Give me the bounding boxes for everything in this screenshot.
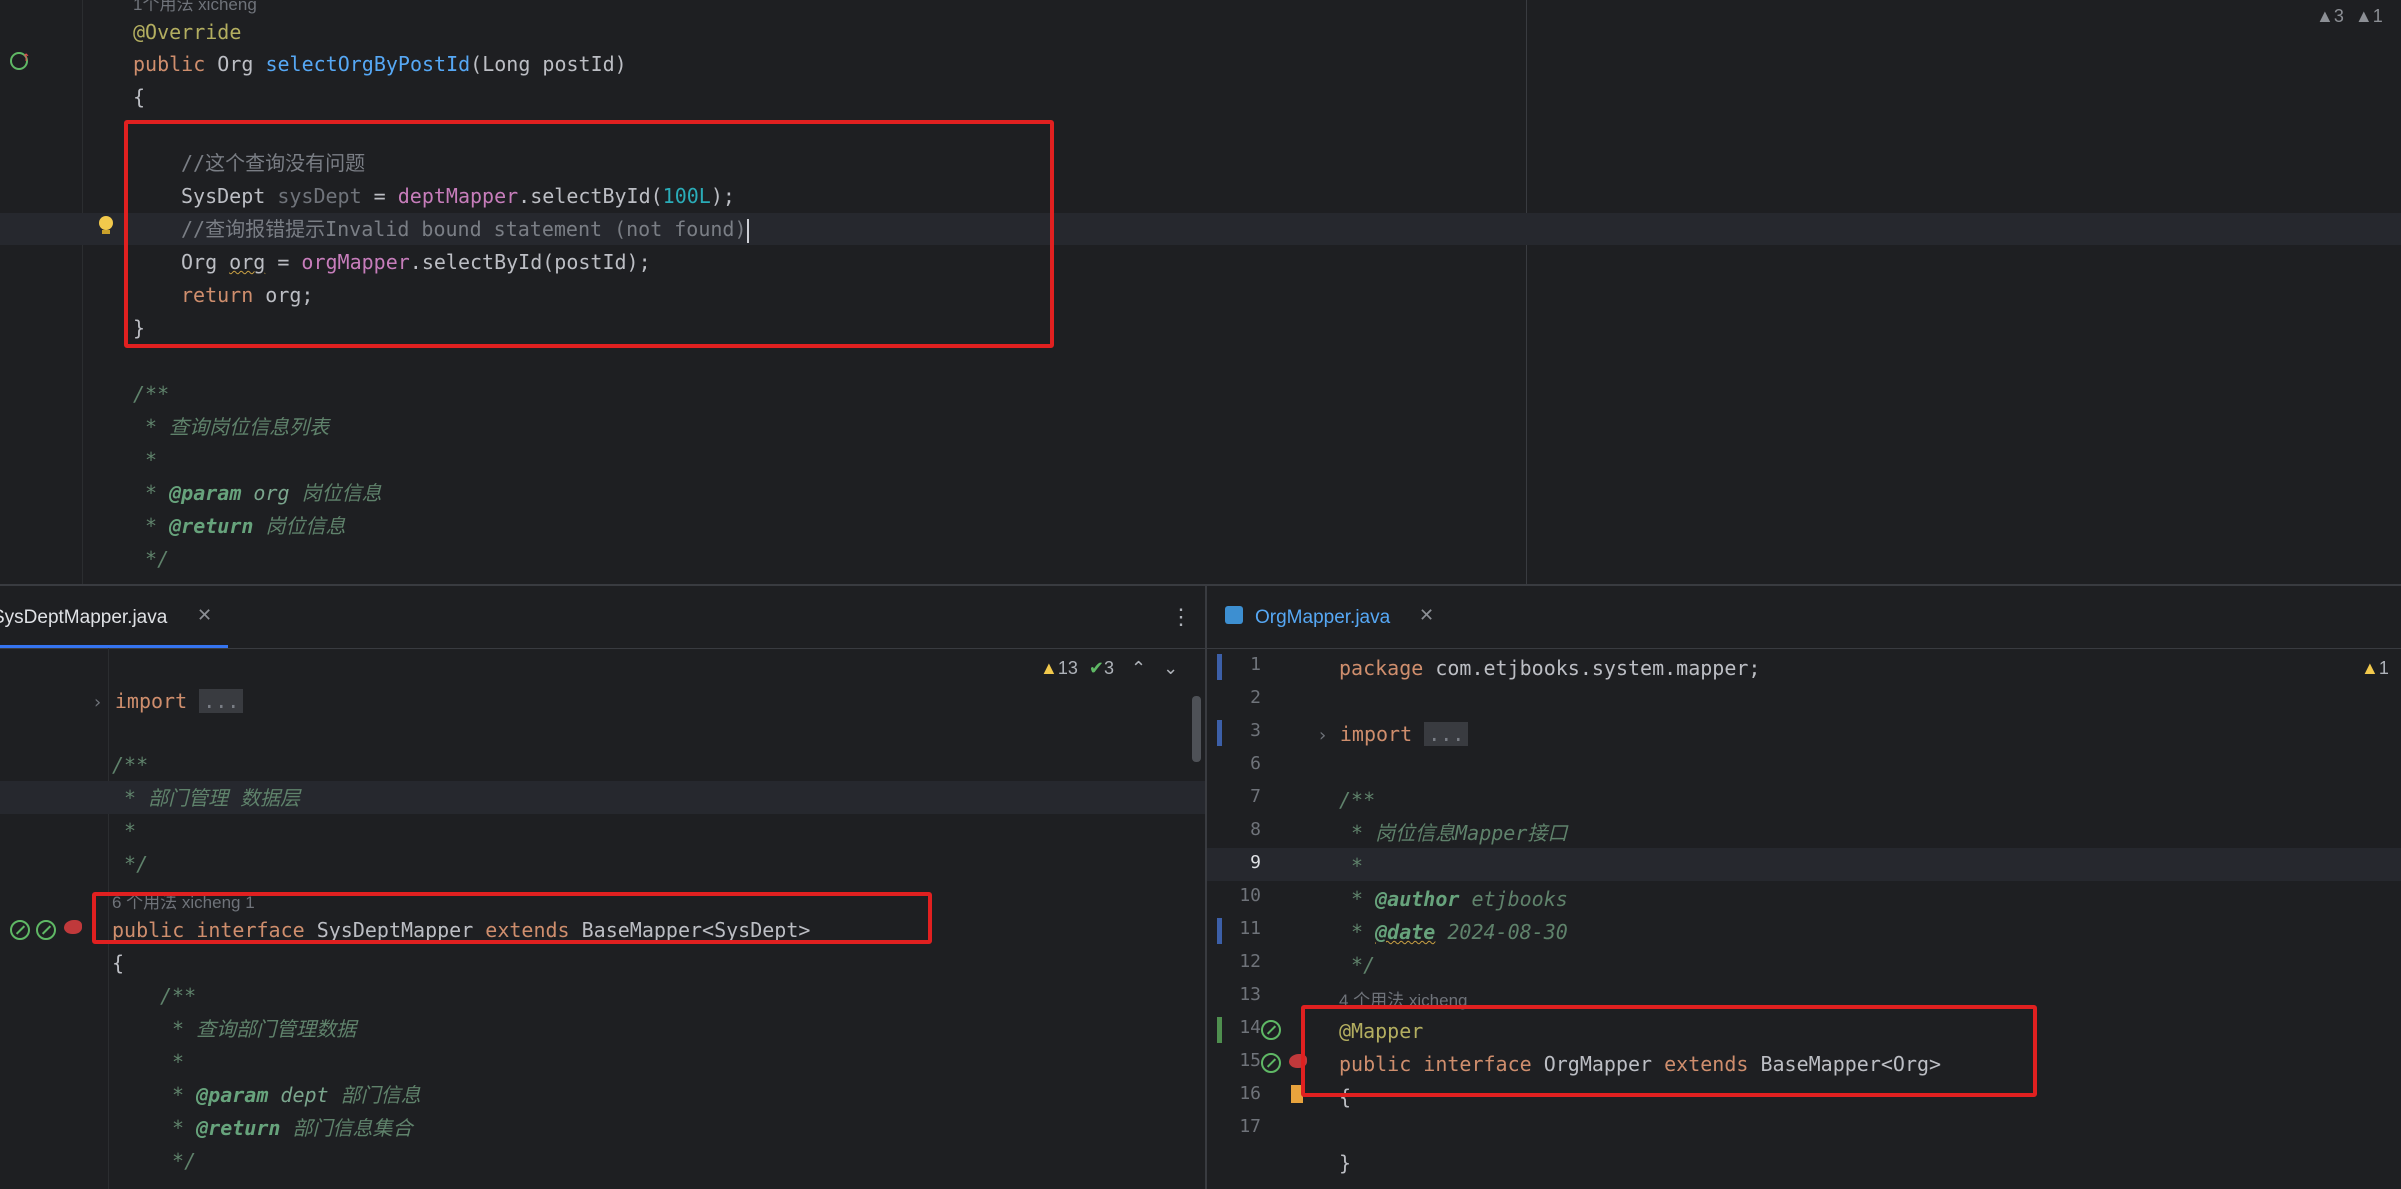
inner-doc-desc: * 查询部门管理数据	[160, 1017, 357, 1041]
gutter-divider	[82, 0, 83, 584]
javadoc-open: /**	[133, 382, 170, 406]
doc-date: * @date 2024-08-30	[1339, 920, 1568, 944]
usage-hint[interactable]: 1个用法 xicheng	[133, 0, 257, 15]
tab-orgmapper[interactable]: OrgMapper.java ✕	[1207, 586, 1447, 648]
spring-bean-icon[interactable]	[1261, 1020, 1281, 1040]
close-icon[interactable]: ✕	[1419, 605, 1434, 626]
inner-doc-return: * @return 部门信息集合	[160, 1116, 413, 1140]
doc-author: * @author etjbooks	[1339, 887, 1568, 911]
javadoc-return: * @return 岗位信息	[133, 514, 346, 538]
import-line[interactable]: › import ...	[92, 685, 244, 719]
line-number: 10	[1239, 885, 1261, 906]
import-fold[interactable]: ...	[199, 689, 244, 713]
line-number: 12	[1239, 951, 1261, 972]
warning-icon: ▲	[2354, 6, 2373, 26]
line-number: 7	[1250, 786, 1261, 807]
line-number: 8	[1250, 819, 1261, 840]
warning-icon: ▲	[2316, 6, 2334, 26]
code-line-override: @Override	[133, 20, 242, 44]
left-tab-bar: SysDeptMapper.java ✕ ⋮	[0, 586, 1205, 649]
java-file-icon	[1225, 606, 1243, 624]
code-line-method-signature: public Org selectOrgByPostId(Long postId…	[133, 52, 627, 76]
doc-open: /**	[112, 753, 149, 777]
mybatis-bird-icon[interactable]	[64, 920, 82, 934]
doc-desc: * 部门管理 数据层	[112, 786, 301, 810]
line-number: 6	[1250, 753, 1261, 774]
tab-sysdeptmapper[interactable]: SysDeptMapper.java ✕	[0, 586, 228, 648]
line-number: 13	[1239, 984, 1261, 1005]
line-number: 15	[1239, 1050, 1261, 1071]
top-editor: 1个用法 xicheng ▲3 ▲1 ↑ @Override public Or…	[0, 0, 2401, 584]
right-tab-bar: OrgMapper.java ✕	[1207, 586, 2401, 649]
line-number: 1	[1250, 654, 1261, 675]
code-line-brace-open: {	[133, 85, 146, 109]
doc-star: *	[112, 819, 137, 843]
override-arrow-icon[interactable]: ↑	[22, 49, 30, 65]
import-fold[interactable]: ...	[1424, 722, 1469, 746]
brace-close: }	[1339, 1151, 1352, 1175]
doc-open: /**	[1339, 788, 1376, 812]
left-editor-pane: SysDeptMapper.java ✕ ⋮ ▲13 ✔3 ⌃ ⌄ › impo…	[0, 586, 1205, 1189]
fold-arrow-icon[interactable]: ›	[1317, 725, 1328, 746]
line-number: 11	[1239, 918, 1261, 939]
tab-label: SysDeptMapper.java	[0, 607, 168, 628]
chevron-up-icon[interactable]: ⌃	[1131, 658, 1146, 678]
spring-bean-icon[interactable]	[10, 920, 30, 940]
inspection-widget[interactable]: ▲13 ✔3 ⌃ ⌄	[1040, 658, 1178, 679]
javadoc-star: *	[133, 448, 158, 472]
spring-bean-icon[interactable]	[36, 920, 56, 940]
line-number: 14	[1239, 1017, 1261, 1038]
javadoc-desc: * 查询岗位信息列表	[133, 415, 330, 439]
doc-star: *	[1339, 854, 1364, 878]
highlight-box-orgmapper	[1301, 1005, 2037, 1097]
javadoc-param: * @param org 岗位信息	[133, 481, 382, 505]
import-line[interactable]: › import ...	[1317, 718, 1469, 752]
right-margin-guide	[1526, 0, 1527, 584]
highlight-box-sysdeptmapper	[92, 892, 932, 944]
line-number: 17	[1239, 1116, 1261, 1137]
inner-doc-star: *	[160, 1050, 185, 1074]
brace-open: {	[112, 951, 125, 975]
inner-doc-param: * @param dept 部门信息	[160, 1083, 421, 1107]
lightbulb-icon[interactable]	[99, 216, 113, 234]
line-number: 16	[1239, 1083, 1261, 1104]
close-icon[interactable]: ✕	[197, 605, 212, 626]
fold-arrow-icon[interactable]: ›	[92, 692, 103, 713]
vertical-scrollbar[interactable]	[1192, 696, 1201, 762]
right-editor-pane: OrgMapper.java ✕ ▲1 1 2 3 6 7 8 9 10 11 12 13 14 15 1…	[1207, 586, 2401, 1189]
line-number: 2	[1250, 687, 1261, 708]
warnings-indicator[interactable]: ▲3 ▲1	[2316, 6, 2383, 27]
doc-close: */	[1339, 953, 1376, 977]
highlight-box-method-body	[124, 120, 1054, 348]
spring-bean-icon[interactable]	[1261, 1053, 1281, 1073]
doc-close: */	[112, 852, 149, 876]
warning-icon: ▲	[2361, 658, 2379, 678]
doc-desc: * 岗位信息Mapper接口	[1339, 821, 1568, 845]
javadoc-close: */	[133, 547, 170, 571]
inner-doc-open: /**	[160, 984, 197, 1008]
tab-label: OrgMapper.java	[1255, 607, 1391, 628]
line-number: 9	[1250, 852, 1261, 873]
inner-doc-close: */	[160, 1149, 197, 1173]
package-line: package com.etjbooks.system.mapper;	[1339, 656, 1761, 680]
line-number: 3	[1250, 720, 1261, 741]
warnings-indicator[interactable]: ▲1	[2361, 658, 2389, 679]
current-line-highlight	[1207, 848, 2401, 881]
check-icon: ✔	[1088, 658, 1104, 678]
chevron-down-icon[interactable]: ⌄	[1163, 658, 1178, 678]
more-options-icon[interactable]: ⋮	[1170, 604, 1192, 630]
warning-icon: ▲	[1040, 658, 1058, 678]
